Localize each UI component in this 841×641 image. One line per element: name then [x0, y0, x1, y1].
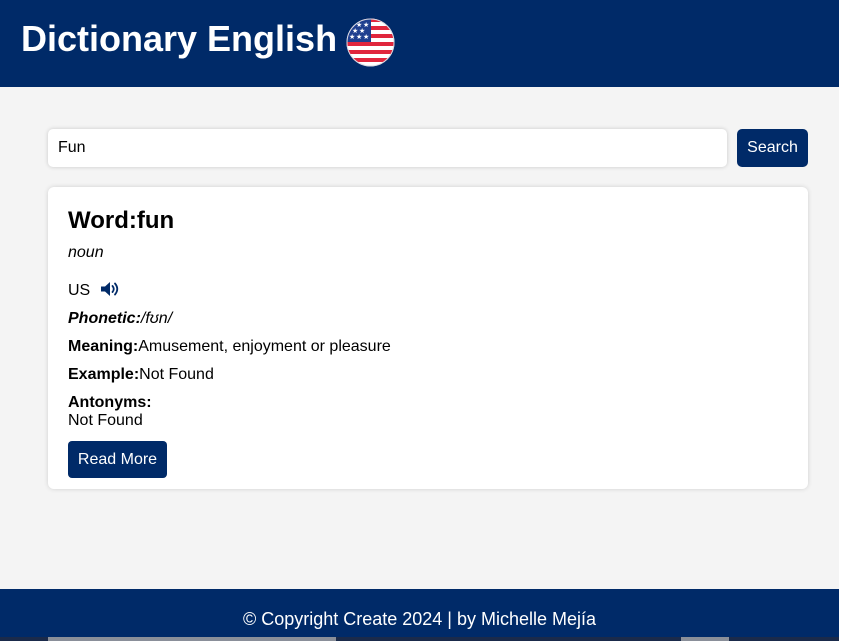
svg-text:★: ★	[363, 33, 369, 41]
scrollbar-thumb[interactable]	[48, 637, 336, 641]
example-value: Not Found	[139, 366, 214, 383]
example-row: Example:Not Found	[68, 365, 214, 385]
meaning-row: Meaning:Amusement, enjoyment or pleasure	[68, 337, 391, 357]
word-heading: Word:fun	[68, 207, 174, 235]
us-flag-icon: ★ ★ ★ ★ ★ ★ ★ ★	[346, 18, 395, 67]
page-title: Dictionary English	[21, 18, 338, 59]
antonyms-value: Not Found	[68, 412, 143, 429]
read-more-button[interactable]: Read More	[68, 441, 167, 478]
scrollbar-thumb-secondary[interactable]	[681, 637, 729, 641]
page: Dictionary English ★ ★ ★ ★ ★ ★ ★ ★ Fun S…	[0, 0, 841, 641]
word-value: fun	[136, 207, 175, 234]
example-label: Example:	[68, 366, 140, 383]
horizontal-scrollbar[interactable]	[0, 637, 839, 641]
copyright-text: © Copyright Create 2024 | by Michelle Me…	[242, 609, 597, 629]
search-button[interactable]: Search	[737, 129, 808, 167]
result-card: Word:fun noun US Phonetic:/fʊn/ Meaning:…	[48, 187, 808, 489]
search-input[interactable]	[48, 129, 727, 167]
meaning-label: Meaning:	[68, 338, 139, 355]
phonetic-label: Phonetic:	[68, 310, 141, 327]
audio-row: US	[68, 281, 121, 301]
phonetic-row: Phonetic:/fʊn/	[68, 309, 172, 329]
header: Dictionary English ★ ★ ★ ★ ★ ★ ★ ★	[0, 0, 839, 87]
svg-text:★: ★	[349, 33, 355, 41]
svg-text:★: ★	[356, 33, 362, 41]
word-label: Word:	[68, 207, 137, 234]
audio-accent-label: US	[68, 282, 91, 299]
phonetic-value: /fʊn/	[140, 310, 173, 327]
antonyms-label: Antonyms:	[68, 394, 152, 411]
speaker-icon[interactable]	[100, 281, 121, 297]
part-of-speech: noun	[68, 244, 104, 261]
meaning-value: Amusement, enjoyment or pleasure	[138, 338, 391, 355]
footer: © Copyright Create 2024 | by Michelle Me…	[0, 589, 839, 641]
